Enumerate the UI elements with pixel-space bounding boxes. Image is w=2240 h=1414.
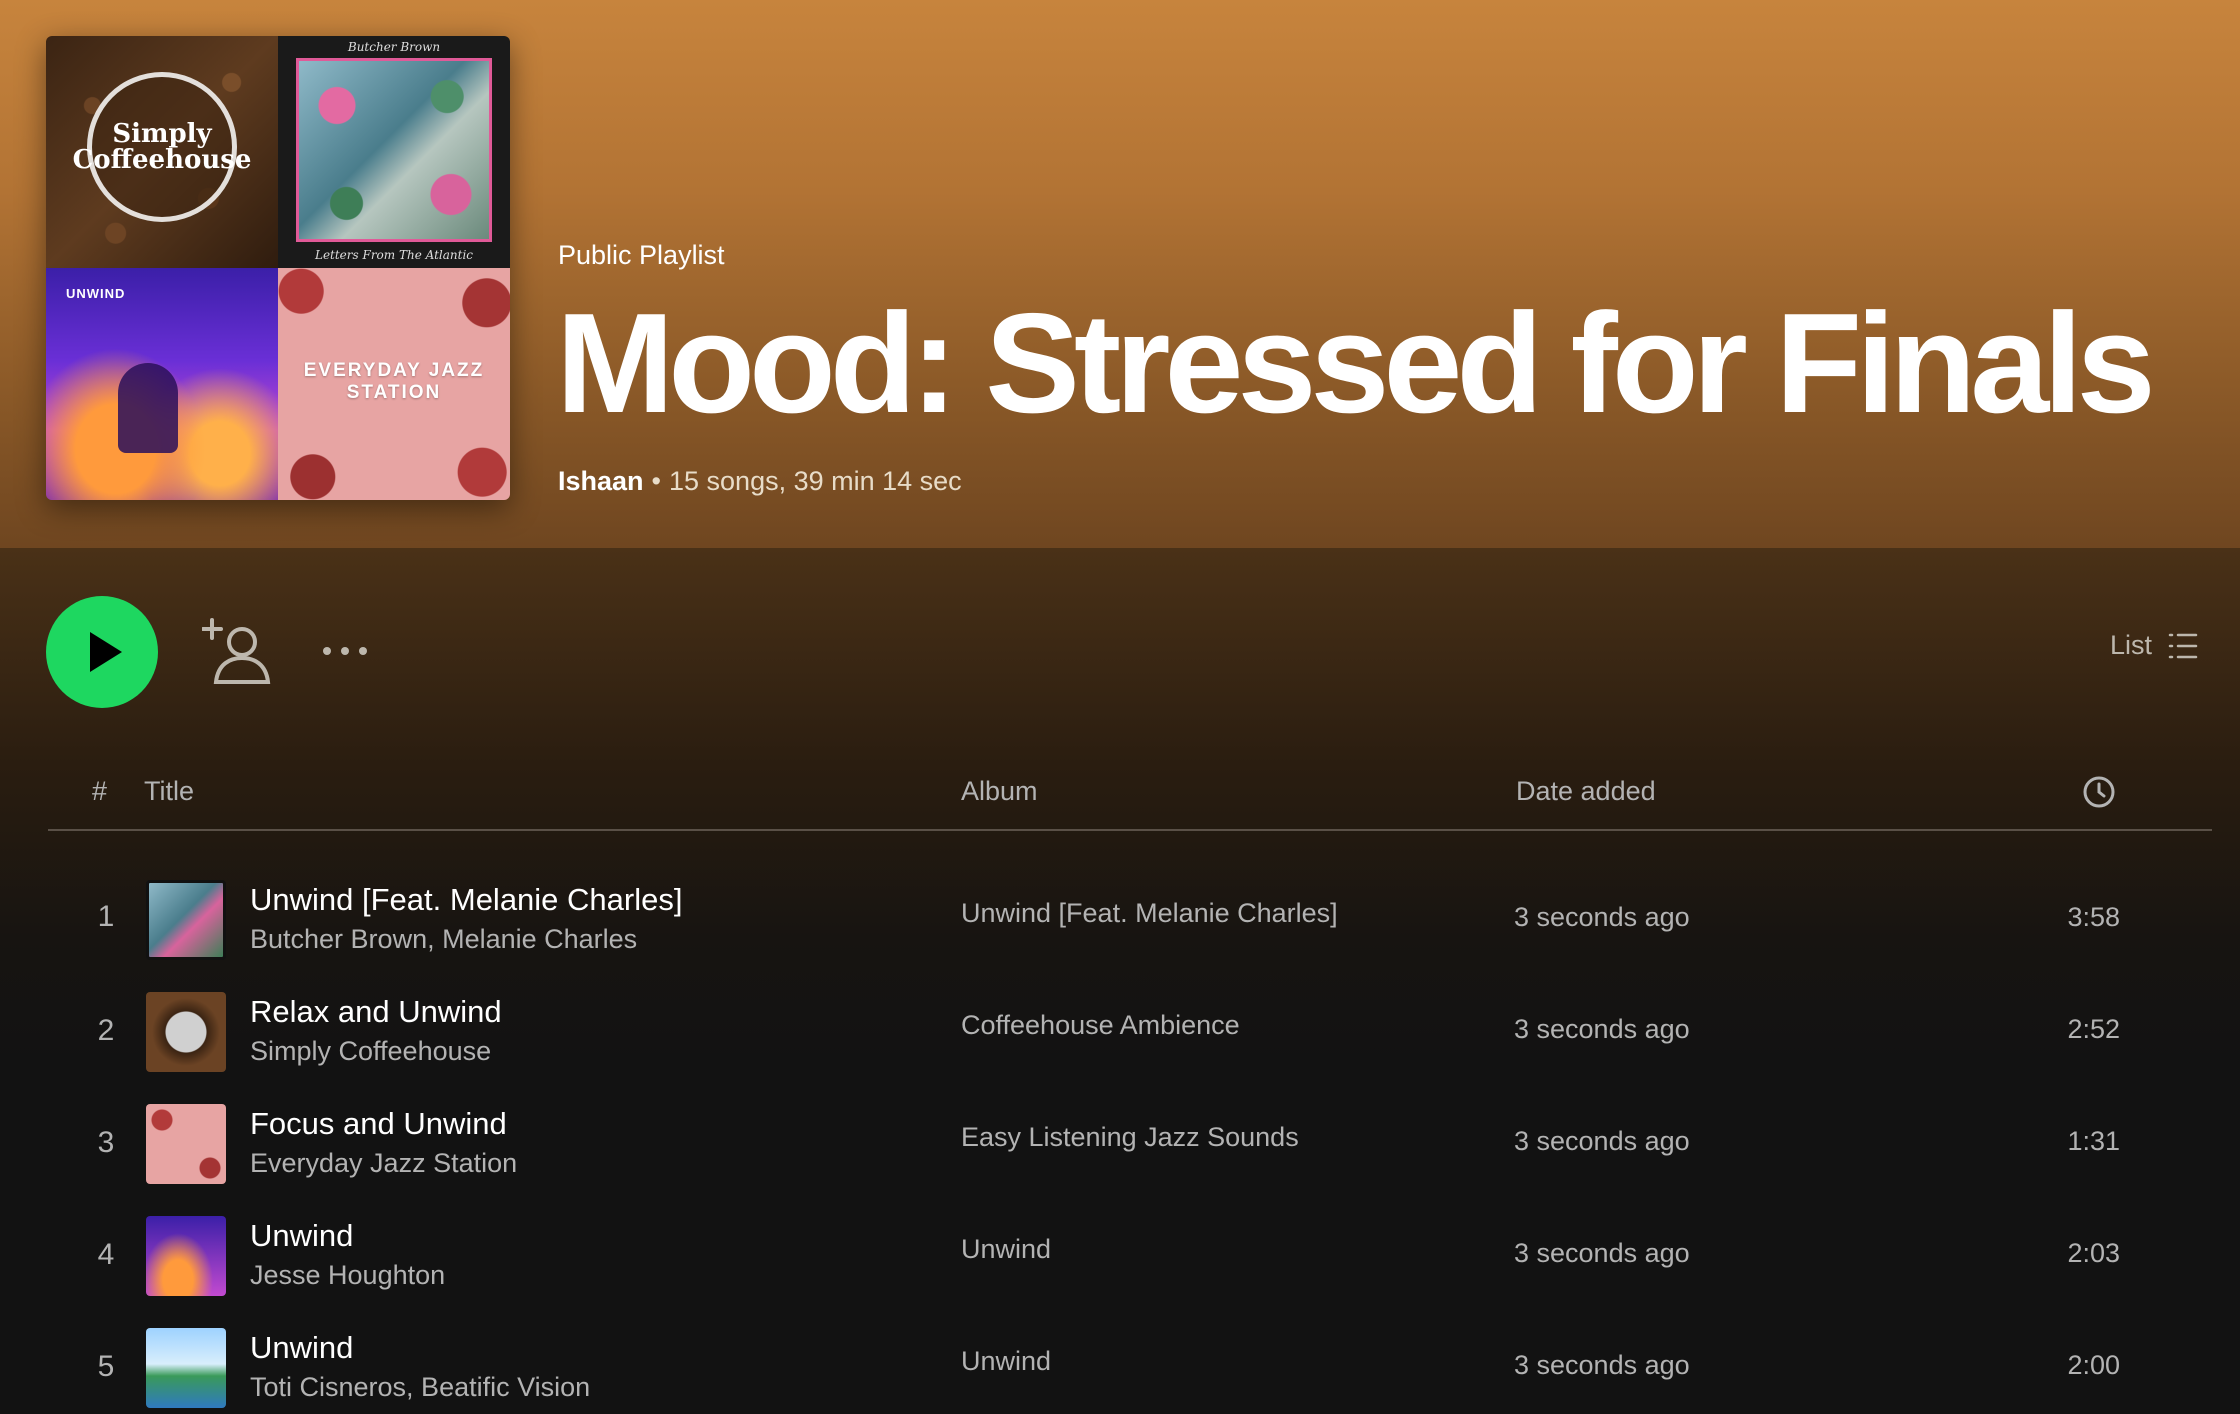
column-header-number: # — [92, 776, 108, 806]
column-header-date-added[interactable]: Date added — [1516, 776, 1656, 807]
track-title[interactable]: Focus and Unwind — [250, 1106, 507, 1142]
track-duration: 2:00 — [2067, 1350, 2120, 1380]
column-header-duration[interactable] — [2082, 775, 2116, 816]
page-title: Mood: Stressed for Finals — [556, 284, 2156, 443]
playlist-type: Public Playlist — [558, 240, 725, 270]
play-button[interactable] — [46, 596, 158, 708]
track-number: 3 — [97, 1126, 115, 1159]
track-title[interactable]: Relax and Unwind — [250, 994, 502, 1030]
track-album[interactable]: Unwind [Feat. Melanie Charles] — [961, 898, 1338, 929]
column-header-title[interactable]: Title — [144, 776, 194, 807]
coffeehouse-logo: Simply Coffeehouse — [73, 72, 251, 223]
track-date-added: 3 seconds ago — [1514, 1014, 1690, 1044]
track-duration: 2:03 — [2067, 1238, 2120, 1268]
track-thumbnail — [146, 1104, 226, 1184]
track-album[interactable]: Coffeehouse Ambience — [961, 1010, 1240, 1041]
owner-link[interactable]: Ishaan — [558, 466, 644, 496]
umbrella-figure-illustration — [118, 363, 178, 453]
follow-button[interactable] — [201, 618, 274, 686]
track-artist[interactable]: Jesse Houghton — [250, 1260, 445, 1291]
track-number: 1 — [97, 900, 115, 933]
cover-tile-title: EVERYDAY JAZZ STATION — [303, 360, 485, 403]
cover-tile-bottom-text: Letters From The Atlantic — [314, 248, 474, 262]
track-album[interactable]: Unwind — [961, 1346, 1051, 1377]
track-number: 4 — [97, 1238, 115, 1271]
more-options-icon — [341, 647, 349, 655]
table-row[interactable]: 5 Unwind Toti Cisneros, Beatific Vision … — [48, 1312, 2212, 1414]
track-artist[interactable]: Simply Coffeehouse — [250, 1036, 491, 1067]
cover-tile-top-text: Butcher Brown — [347, 40, 441, 54]
track-thumbnail — [146, 880, 226, 960]
track-date-added: 3 seconds ago — [1514, 902, 1690, 932]
track-title[interactable]: Unwind — [250, 1218, 353, 1254]
track-album[interactable]: Unwind — [961, 1234, 1051, 1265]
track-date-added: 3 seconds ago — [1514, 1126, 1690, 1156]
more-options-icon — [323, 647, 331, 655]
track-number: 5 — [97, 1350, 115, 1383]
cover-tile-coffeehouse: Simply Coffeehouse — [46, 36, 278, 268]
track-duration: 3:58 — [2067, 902, 2120, 932]
track-artist[interactable]: Butcher Brown, Melanie Charles — [250, 924, 637, 955]
track-thumbnail — [146, 992, 226, 1072]
table-row[interactable]: 1 Unwind [Feat. Melanie Charles] Butcher… — [48, 864, 2212, 976]
cover-tile-butcher-brown: Butcher Brown Letters From The Atlantic — [278, 36, 510, 268]
cover-tile-everyday-jazz: EVERYDAY JAZZ STATION — [278, 268, 510, 500]
meta-separator: • — [651, 466, 661, 496]
track-title[interactable]: Unwind [Feat. Melanie Charles] — [250, 882, 682, 918]
table-row[interactable]: 4 Unwind Jesse Houghton Unwind 3 seconds… — [48, 1200, 2212, 1312]
album-artwork — [296, 58, 492, 242]
list-icon — [2168, 633, 2198, 658]
track-thumbnail — [146, 1216, 226, 1296]
track-date-added: 3 seconds ago — [1514, 1238, 1690, 1268]
view-mode-label: List — [2109, 630, 2152, 660]
cover-tile-unwind: UNWIND — [46, 268, 278, 500]
header-divider — [48, 829, 2212, 831]
clock-icon — [2083, 776, 2115, 808]
track-date-added: 3 seconds ago — [1514, 1350, 1690, 1380]
track-artist[interactable]: Toti Cisneros, Beatific Vision — [250, 1372, 590, 1403]
more-options-button[interactable] — [318, 636, 376, 666]
track-title[interactable]: Unwind — [250, 1330, 353, 1366]
track-number: 2 — [97, 1014, 115, 1047]
more-options-icon — [359, 647, 367, 655]
cover-tile-title: UNWIND — [66, 286, 126, 301]
track-thumbnail — [146, 1328, 226, 1408]
track-duration: 1:31 — [2067, 1126, 2120, 1156]
track-duration: 2:52 — [2067, 1014, 2120, 1044]
playlist-cover[interactable]: Simply Coffeehouse Butcher Brown Letters… — [46, 36, 510, 500]
table-row[interactable]: 2 Relax and Unwind Simply Coffeehouse Co… — [48, 976, 2212, 1088]
track-album[interactable]: Easy Listening Jazz Sounds — [961, 1122, 1299, 1153]
playlist-summary: 15 songs, 39 min 14 sec — [669, 466, 962, 496]
column-header-album[interactable]: Album — [961, 776, 1038, 807]
view-mode-toggle[interactable]: List — [2110, 630, 2198, 661]
playlist-meta: Ishaan • 15 songs, 39 min 14 sec — [558, 466, 962, 497]
add-user-icon — [201, 618, 271, 684]
table-row[interactable]: 3 Focus and Unwind Everyday Jazz Station… — [48, 1088, 2212, 1200]
track-artist[interactable]: Everyday Jazz Station — [250, 1148, 517, 1179]
play-icon — [90, 632, 122, 672]
